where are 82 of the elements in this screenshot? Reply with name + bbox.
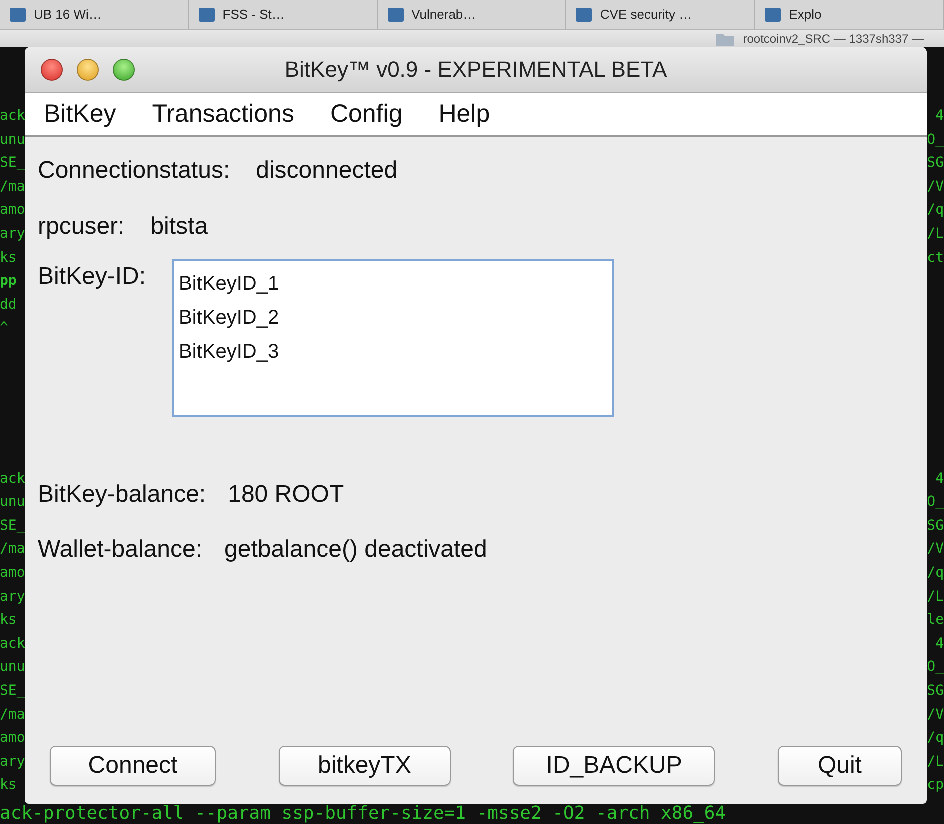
terminal-text: ^: [0, 319, 10, 338]
terminal-text: pp: [0, 272, 18, 292]
browser-tab[interactable]: FSS - St…: [188, 0, 378, 29]
terminal-text: O_: [927, 493, 944, 512]
terminal-text: amo: [0, 201, 25, 220]
field-label: BitKey-ID:: [38, 263, 146, 292]
terminal-text: /V: [927, 706, 944, 725]
browser-tab[interactable]: CVE security …: [566, 0, 756, 29]
field-value: bitsta: [150, 213, 208, 241]
terminal-text: /ma: [0, 540, 25, 560]
terminal-text: unu: [0, 658, 25, 678]
terminal-text: ack: [0, 634, 25, 654]
terminal-text: cp: [927, 776, 944, 796]
terminal-text: ack: [0, 107, 25, 126]
menu-item[interactable]: Help: [420, 93, 508, 135]
terminal-text: unu: [0, 493, 25, 512]
menu-item[interactable]: BitKey: [25, 93, 134, 135]
terminal-text: SG: [927, 154, 944, 174]
browser-tab[interactable]: Explo: [755, 0, 944, 29]
site-icon: [576, 8, 592, 22]
terminal-text: SG: [927, 516, 944, 536]
terminal-text: unu: [0, 130, 25, 150]
terminal-text: ary: [0, 752, 25, 772]
terminal-text: ack: [0, 470, 25, 489]
close-button[interactable]: [41, 58, 63, 80]
terminal-text: ary: [0, 588, 25, 607]
terminal-text: dd: [0, 296, 18, 315]
terminal-text: /V: [927, 540, 944, 560]
terminal-text: /q: [927, 201, 944, 220]
field-value: 180 ROOT: [228, 481, 344, 509]
terminal-text: /L: [927, 752, 944, 772]
field-value: getbalance() deactivated: [224, 536, 488, 564]
site-icon: [198, 8, 215, 22]
terminal-text: ack-protector-all --param ssp-buffer-size=1 -msse2 -O2 -arch x86_64: [0, 804, 728, 824]
minimize-button[interactable]: [77, 58, 99, 80]
field-label: Connectionstatus:: [38, 157, 230, 185]
terminal-text: /V: [927, 178, 944, 197]
terminal-text: ary: [0, 224, 25, 244]
id-list[interactable]: BitKeyID_1 BitKeyID_2 BitKeyID_3: [172, 259, 614, 417]
list-item[interactable]: BitKeyID_3: [179, 335, 608, 369]
terminal-text: /q: [927, 564, 944, 584]
terminal-text: /q: [927, 729, 944, 748]
field-value: disconnected: [256, 157, 398, 185]
terminal-text: SE_: [0, 682, 25, 702]
field-label: BitKey-balance:: [38, 481, 206, 509]
terminal-text: ct: [927, 248, 944, 268]
field-label: Wallet-balance:: [38, 536, 203, 564]
terminal-text: /L: [927, 588, 944, 607]
window-title: BitKey™ v0.9 - EXPERIMENTAL BETA: [284, 56, 668, 82]
site-icon: [388, 8, 404, 22]
action-button[interactable]: Connect: [50, 746, 216, 786]
action-button[interactable]: Quit: [778, 746, 902, 786]
action-button[interactable]: ID_BACKUP: [513, 746, 716, 786]
field-label: rpcuser:: [38, 213, 125, 241]
terminal-text: 4: [936, 470, 944, 489]
terminal-text: /ma: [0, 178, 25, 197]
terminal-text: 4: [936, 107, 944, 126]
terminal-text: amo: [0, 564, 25, 584]
terminal-text: SG: [927, 682, 944, 702]
terminal-text: O_: [927, 658, 944, 678]
terminal-text: SE_: [0, 154, 25, 174]
terminal-text: le: [927, 611, 944, 630]
terminal-text: /L: [927, 224, 944, 244]
terminal-title: rootcoinv2_SRC — 1337sh337 —: [743, 32, 924, 46]
action-button[interactable]: bitkeyTX: [278, 746, 451, 786]
menu-item[interactable]: Config: [312, 93, 421, 135]
terminal-text: /ma: [0, 706, 25, 725]
menu-item[interactable]: Transactions: [134, 93, 312, 135]
terminal-text: 4: [936, 634, 944, 654]
site-icon: [10, 8, 26, 22]
terminal-text: ks: [0, 776, 18, 796]
terminal-text: ks: [0, 248, 18, 268]
terminal-text: SE_: [0, 516, 25, 536]
terminal-text: ks: [0, 611, 18, 630]
terminal-text: amo: [0, 729, 25, 748]
list-item[interactable]: BitKeyID_2: [179, 301, 608, 335]
browser-tab[interactable]: UB 16 Wi…: [0, 0, 189, 29]
list-item[interactable]: BitKeyID_1: [179, 267, 608, 301]
browser-tab[interactable]: Vulnerab…: [378, 0, 566, 29]
terminal-text: O_: [927, 130, 944, 150]
zoom-button[interactable]: [113, 58, 135, 80]
site-icon: [765, 8, 782, 22]
